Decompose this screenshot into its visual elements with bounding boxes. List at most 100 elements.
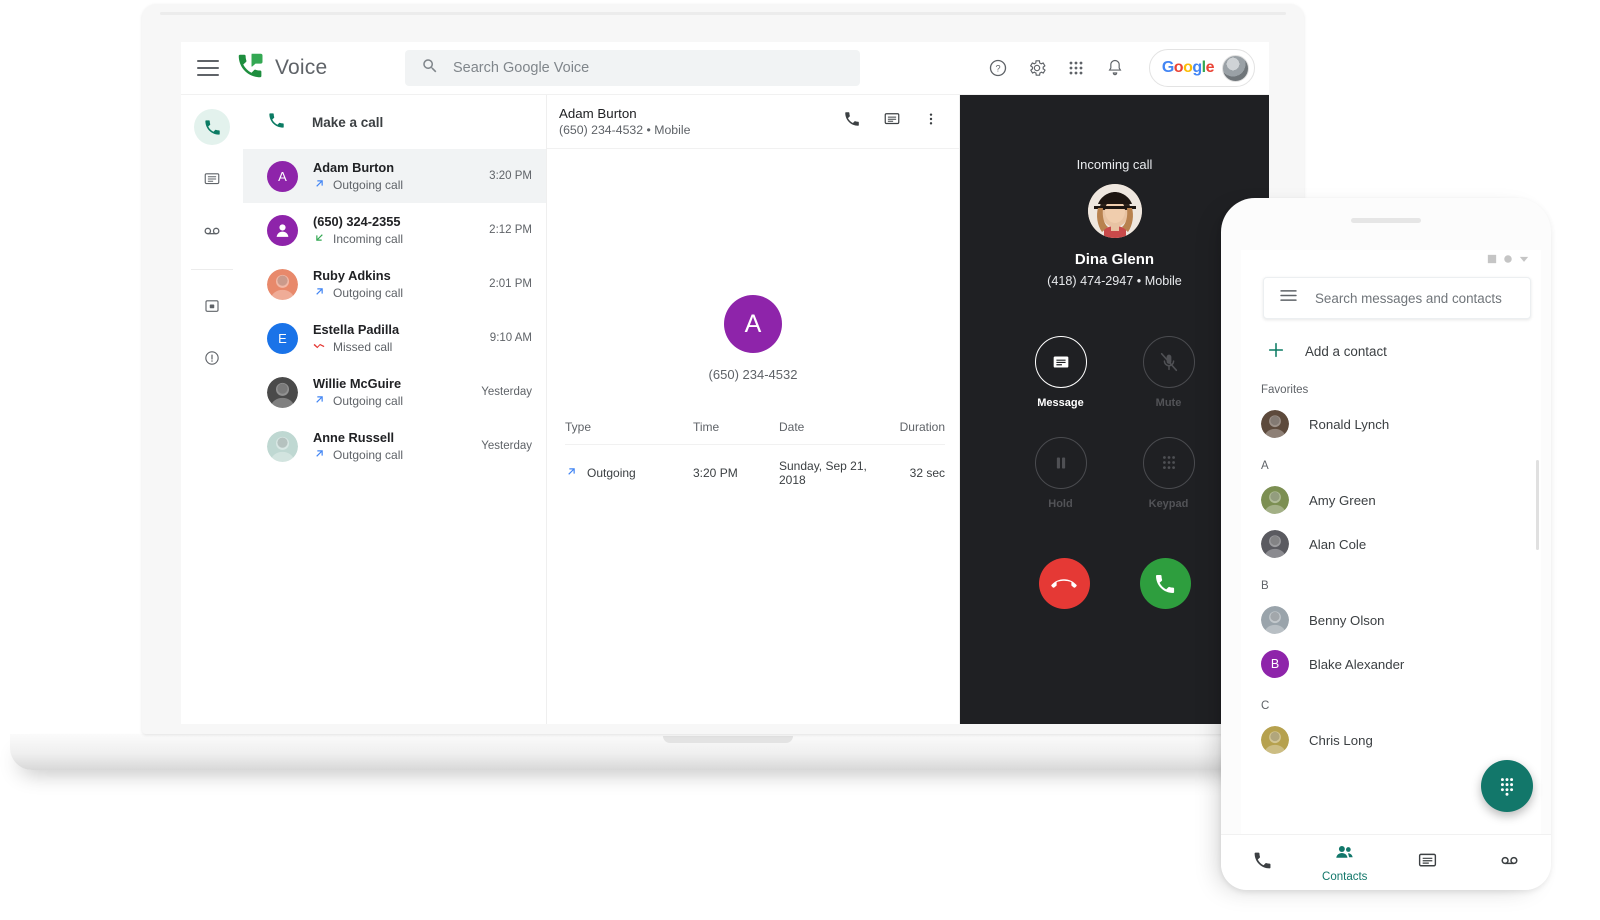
laptop-screen: Voice Search Google Voice ? Google Make … [181, 42, 1269, 724]
detail-contact-number: (650) 234-4532 • Mobile [559, 123, 691, 137]
phone-speaker [1351, 218, 1421, 223]
help-icon[interactable]: ? [987, 57, 1009, 79]
contact-section-header: Favorites [1261, 384, 1309, 396]
search-input[interactable]: Search Google Voice [405, 50, 860, 86]
phone-tab-calls[interactable] [1221, 850, 1304, 876]
call-list: A Adam Burton Outgoing call 3:20 PM (650) 32… [243, 149, 546, 473]
answer-call-button[interactable] [1139, 558, 1191, 609]
plus-icon [1267, 341, 1285, 362]
call-item-status: Outgoing call [313, 393, 473, 409]
make-a-call-label: Make a call [312, 114, 384, 130]
contact-list-item[interactable]: Chris Long [1241, 718, 1541, 762]
contact-list-item[interactable]: Ronald Lynch [1241, 402, 1541, 446]
scrollbar[interactable] [1536, 460, 1539, 550]
settings-gear-icon[interactable] [1026, 57, 1048, 79]
sidebar-item-calls[interactable] [194, 109, 230, 145]
google-voice-logo-icon [235, 51, 265, 86]
call-item-status-label: Outgoing call [333, 285, 404, 300]
contacts-icon [1334, 842, 1355, 868]
add-contact-button[interactable]: Add a contact [1241, 319, 1541, 370]
call-button[interactable] [843, 110, 861, 133]
header-actions: ? Google [987, 49, 1255, 87]
call-list-item[interactable]: (650) 324-2355 Incoming call 2:12 PM [243, 203, 546, 257]
contact-name: Ronald Lynch [1309, 416, 1390, 432]
call-list-item[interactable]: E Estella Padilla Missed call 9:10 AM [243, 311, 546, 365]
svg-text:?: ? [995, 64, 1000, 74]
make-a-call-button[interactable]: Make a call [243, 95, 546, 149]
google-logo: Google [1161, 59, 1215, 76]
phone-tab-messages[interactable] [1386, 850, 1469, 876]
call-list-item[interactable]: A Adam Burton Outgoing call 3:20 PM [243, 149, 546, 203]
call-item-status-label: Missed call [333, 339, 393, 354]
caller-avatar [1087, 184, 1142, 238]
contact-list-item[interactable]: Amy Green [1241, 478, 1541, 522]
contact-list-item[interactable]: Alan Cole [1241, 522, 1541, 566]
avatar [1261, 410, 1289, 438]
phone-tab-voicemail[interactable] [1469, 850, 1552, 876]
chevron-down-icon [1519, 251, 1529, 269]
message-icon [1417, 850, 1438, 876]
add-contact-label: Add a contact [1305, 344, 1387, 359]
app-body: Make a call A Adam Burton Outgoing call 3:2… [181, 95, 1269, 724]
contact-name: Alan Cole [1309, 536, 1367, 552]
notifications-bell-icon[interactable] [1104, 57, 1126, 79]
call-item-time: 3:20 PM [489, 170, 532, 182]
phone-tab-contacts[interactable]: Contacts [1304, 842, 1387, 883]
call-item-meta: Willie McGuire Outgoing call [313, 376, 473, 409]
call-item-status-label: Incoming call [333, 231, 404, 246]
avatar: E [267, 322, 298, 354]
call-list-item[interactable]: Anne Russell Outgoing call Yesterday [243, 419, 546, 473]
phone-search-input[interactable]: Search messages and contacts [1263, 277, 1531, 319]
message-button[interactable]: Message [1034, 336, 1087, 409]
call-list-item[interactable]: Willie McGuire Outgoing call Yesterday [243, 365, 546, 419]
sidebar-item-voicemail[interactable] [194, 213, 230, 249]
screenshot-root: Voice Search Google Voice ? Google Make … [0, 0, 1600, 920]
keypad-button[interactable]: Keypad [1142, 437, 1195, 510]
table-row[interactable]: Outgoing 3:20 PM Sunday, Sep 21, 2018 32 se… [565, 445, 945, 487]
caller-number: (418) 474-2947 • Mobile [1047, 274, 1182, 288]
sidebar-item-archive[interactable] [194, 288, 230, 324]
mute-button[interactable]: Mute [1142, 336, 1195, 409]
phone-search-placeholder: Search messages and contacts [1315, 290, 1502, 306]
phone-status-bar [1241, 250, 1541, 270]
message-button[interactable] [883, 110, 901, 133]
call-item-name: Adam Burton [313, 159, 395, 175]
mic-off-icon [1142, 336, 1195, 388]
call-item-meta: Estella Padilla Missed call [313, 322, 482, 355]
avatar: B [1261, 650, 1289, 678]
call-list-column: Make a call A Adam Burton Outgoing call 3:2… [243, 95, 547, 724]
hold-button[interactable]: Hold [1034, 437, 1087, 510]
contact-name: Benny Olson [1309, 612, 1385, 628]
phone-tab-label: Contacts [1322, 871, 1368, 883]
call-item-time: 2:01 PM [489, 278, 532, 290]
hamburger-icon[interactable] [1280, 289, 1297, 307]
call-item-status: Outgoing call [313, 447, 473, 463]
avatar [1261, 486, 1289, 514]
detail-avatar-initial: A [744, 309, 762, 338]
detail-big-number: (650) 234-4532 [708, 367, 798, 382]
contact-list-item[interactable]: Benny Olson [1241, 598, 1541, 642]
cell-type: Outgoing [565, 465, 693, 481]
brand: Voice [235, 51, 383, 86]
caller-name: Dina Glenn [1074, 251, 1155, 268]
apps-grid-icon[interactable] [1065, 57, 1087, 79]
laptop-frame: Voice Search Google Voice ? Google Make … [142, 4, 1304, 734]
phone-contact-list: Favorites Ronald Lynch A Amy Green Alan Cole… [1241, 370, 1541, 762]
control-label: Mute [1155, 397, 1182, 409]
call-list-item[interactable]: Ruby Adkins Outgoing call 2:01 PM [243, 257, 546, 311]
call-item-status-label: Outgoing call [333, 177, 404, 192]
call-item-status-label: Outgoing call [333, 393, 404, 408]
more-options-button[interactable] [923, 110, 939, 133]
google-account-chip[interactable]: Google [1148, 49, 1255, 87]
rail-divider [191, 269, 233, 270]
dialpad-fab[interactable] [1481, 760, 1533, 812]
cell-time: 3:20 PM [693, 466, 738, 480]
hamburger-icon[interactable] [197, 60, 219, 76]
detail-body: A (650) 234-4532 Type Time Date Duration… [547, 149, 959, 724]
detail-avatar: A [724, 295, 782, 353]
avatar[interactable] [1222, 54, 1249, 82]
sidebar-item-messages[interactable] [194, 161, 230, 197]
sidebar-item-info[interactable] [194, 340, 230, 376]
decline-call-button[interactable] [1038, 558, 1090, 609]
contact-list-item[interactable]: B Blake Alexander [1241, 642, 1541, 686]
